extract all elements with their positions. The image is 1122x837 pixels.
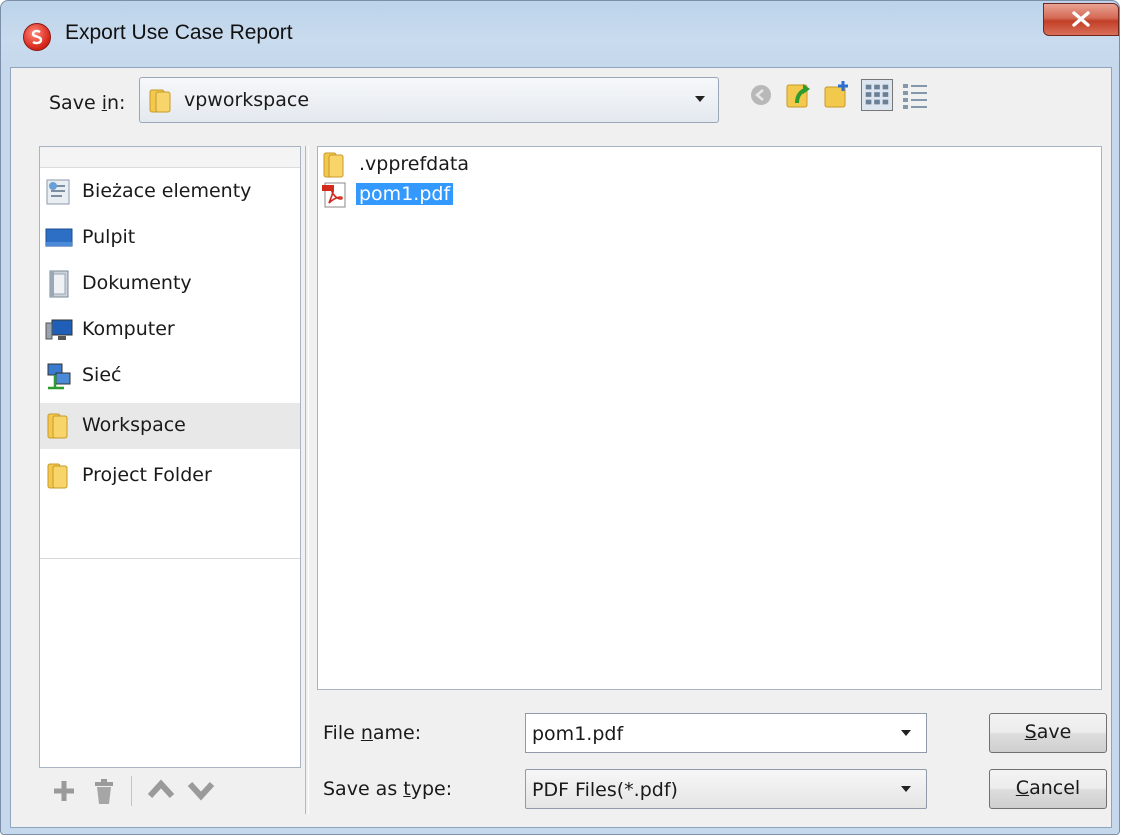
save-button[interactable]: Save: [989, 713, 1107, 753]
details-view-icon[interactable]: [899, 79, 931, 111]
sidebar-toolbar: [39, 770, 301, 814]
save-as-type-value: PDF Files(*.pdf): [532, 779, 678, 801]
dialog-body: Save in: vpworkspace Bieżace elementy Pu…: [10, 67, 1112, 828]
network-icon: [47, 363, 71, 390]
pane-splitter[interactable]: [305, 146, 309, 814]
delete-icon[interactable]: [91, 778, 117, 806]
list-view-icon[interactable]: [861, 79, 893, 111]
toolbar-separator: [131, 776, 132, 806]
sidebar-header: [40, 147, 300, 168]
sidebar-item-documents[interactable]: Dokumenty: [40, 261, 300, 307]
save-in-label: Save in:: [49, 92, 126, 114]
save-in-value: vpworkspace: [184, 89, 310, 111]
export-dialog-window: Export Use Case Report Save in: vpworksp…: [0, 0, 1120, 835]
sidebar-item-project-folder[interactable]: Project Folder: [40, 453, 300, 499]
up-one-level-icon[interactable]: [783, 79, 815, 111]
pdf-file-icon: [322, 182, 346, 208]
add-icon[interactable]: [51, 778, 77, 804]
file-name-value: pom1.pdf: [532, 723, 624, 745]
documents-icon: [49, 270, 69, 298]
back-icon[interactable]: [745, 79, 777, 111]
sidebar-item-workspace[interactable]: Workspace: [40, 403, 300, 449]
create-new-folder-icon[interactable]: [821, 79, 853, 111]
chevron-down-icon: [901, 786, 911, 792]
file-name-label: File name:: [323, 722, 422, 744]
sidebar-item-network[interactable]: Sieć: [40, 353, 300, 399]
save-in-dropdown[interactable]: vpworkspace: [139, 77, 719, 123]
folder-icon: [149, 89, 171, 113]
close-button[interactable]: [1043, 3, 1119, 36]
cancel-button[interactable]: Cancel: [989, 769, 1107, 809]
save-as-type-label: Save as type:: [323, 778, 453, 800]
places-sidebar: Bieżace elementy Pulpit Dokumenty Komput…: [39, 146, 301, 768]
sidebar-item-label: Bieżace elementy: [82, 180, 252, 202]
computer-icon: [45, 319, 73, 340]
sidebar-divider: [40, 558, 300, 559]
file-name-field[interactable]: pom1.pdf: [525, 713, 927, 753]
list-item[interactable]: pom1.pdf: [318, 179, 618, 211]
chevron-down-icon: [695, 96, 705, 102]
sidebar-item-label: Project Folder: [82, 464, 212, 486]
file-name: pom1.pdf: [356, 183, 454, 205]
save-as-type-dropdown[interactable]: PDF Files(*.pdf): [525, 769, 927, 809]
folder-icon: [323, 152, 344, 178]
sidebar-item-label: Sieć: [82, 364, 122, 386]
sidebar-item-computer[interactable]: Komputer: [40, 307, 300, 353]
sidebar-item-recent[interactable]: Bieżace elementy: [40, 169, 300, 215]
sidebar-item-label: Dokumenty: [82, 272, 192, 294]
desktop-icon: [45, 228, 73, 247]
file-list[interactable]: .vpprefdata pom1.pdf: [317, 146, 1102, 690]
chevron-down-icon[interactable]: [900, 729, 912, 737]
move-up-icon[interactable]: [147, 778, 175, 802]
sidebar-item-label: Pulpit: [82, 226, 136, 248]
folder-icon: [47, 463, 68, 489]
close-icon: [1072, 11, 1090, 27]
title-bar[interactable]: Export Use Case Report: [1, 1, 1119, 65]
window-title: Export Use Case Report: [65, 21, 293, 44]
sidebar-item-label: Komputer: [82, 318, 175, 340]
folder-icon: [47, 413, 68, 439]
app-logo-icon: [23, 23, 51, 51]
sidebar-item-desktop[interactable]: Pulpit: [40, 215, 300, 261]
recent-items-icon: [46, 179, 70, 205]
list-item[interactable]: .vpprefdata: [318, 149, 618, 181]
move-down-icon[interactable]: [187, 778, 215, 802]
sidebar-item-label: Workspace: [82, 414, 186, 436]
file-name: .vpprefdata: [359, 153, 469, 175]
